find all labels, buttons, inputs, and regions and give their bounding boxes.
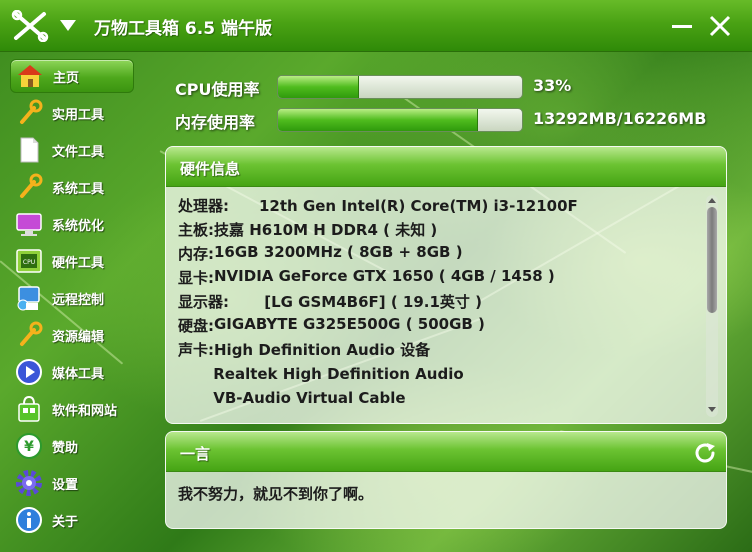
quote-panel: 一言 我不努力，就见不到你了啊。 [165, 431, 727, 529]
sidebar-item-label: 远程控制 [52, 292, 105, 308]
wrench-icon [20, 99, 43, 124]
hardware-info-list: 处理器: 12th Gen Intel(R) Core(TM) i3-12100… [178, 195, 698, 411]
sidebar-item-remote-control[interactable]: 远程控制 [10, 281, 134, 315]
sidebar-item-media-tools[interactable]: 媒体工具 [10, 355, 134, 389]
menu-dropdown-icon[interactable] [60, 20, 76, 31]
sidebar-item-label: 主页 [53, 70, 80, 86]
play-icon [16, 359, 42, 385]
cpu-usage-value: 33% [533, 76, 572, 95]
sidebar-item-system-optimize[interactable]: 系统优化 [10, 207, 134, 241]
hardware-row-gpu: 显卡: NVIDIA GeForce GTX 1650 ( 4GB / 1458… [178, 267, 555, 287]
hardware-info-panel: 硬件信息 处理器: 12th Gen Intel(R) Core(TM) i3-… [165, 146, 727, 424]
home-icon [18, 65, 42, 87]
shopping-bag-icon [18, 395, 40, 422]
hardware-info-header: 硬件信息 [166, 147, 726, 187]
hardware-info-title: 硬件信息 [180, 160, 241, 178]
wrench-icon [20, 321, 43, 346]
file-icon [20, 137, 39, 163]
sidebar-item-label: 媒体工具 [52, 366, 105, 382]
hardware-row-cpu: 处理器: 12th Gen Intel(R) Core(TM) i3-12100… [178, 197, 578, 215]
tools-logo-icon [11, 10, 49, 42]
cpu-usage-bar-fill [278, 76, 359, 98]
sidebar-item-label: 关于 [52, 514, 79, 530]
hardware-row-sound-2: Realtek High Definition Audio [178, 365, 464, 383]
info-icon [16, 507, 42, 533]
gear-icon [16, 470, 42, 496]
hardware-row-disk: 硬盘: GIGABYTE G325E500G ( 500GB ) [178, 315, 485, 335]
sidebar-item-resource-edit[interactable]: 资源编辑 [10, 318, 134, 352]
remote-icon [17, 286, 40, 311]
title-bar[interactable]: 万物工具箱 6.5 端午版 [0, 0, 752, 52]
sidebar-item-label: 硬件工具 [52, 255, 105, 271]
sidebar-item-file-tools[interactable]: 文件工具 [10, 133, 134, 167]
app-title: 万物工具箱 6.5 端午版 [94, 19, 272, 39]
cpu-usage-label: CPU使用率 [175, 80, 260, 99]
memory-usage-bar [277, 108, 523, 132]
sidebar-item-label: 实用工具 [52, 107, 105, 123]
memory-usage-bar-fill [278, 109, 478, 131]
monitor-icon [16, 213, 42, 236]
sidebar-item-sponsor[interactable]: ¥ 赞助 [10, 429, 134, 463]
hardware-scrollbar[interactable] [706, 195, 718, 417]
memory-usage-value: 13292MB/16226MB [533, 109, 707, 128]
sidebar-item-hardware-tools[interactable]: CPU 硬件工具 [10, 244, 134, 278]
hardware-row-sound: 声卡: High Definition Audio 设备 [178, 341, 431, 359]
hardware-row-monitor: 显示器: [LG GSM4B6F] ( 19.1英寸 ) [178, 293, 483, 311]
cpu-badge-text: CPU [23, 259, 35, 266]
sidebar: 主页 实用工具 文件工具 系统工具 系统优化 CPU 硬件工具 远程控制 资源编… [0, 56, 150, 550]
sidebar-item-home[interactable]: 主页 [10, 59, 134, 93]
sidebar-item-label: 文件工具 [52, 144, 105, 160]
sidebar-item-practical-tools[interactable]: 实用工具 [10, 96, 134, 130]
sidebar-item-about[interactable]: 关于 [10, 503, 134, 537]
quote-title: 一言 [180, 445, 211, 463]
scroll-down-icon[interactable] [708, 407, 716, 412]
close-icon[interactable] [706, 12, 734, 40]
sidebar-item-label: 赞助 [52, 440, 79, 456]
cpu-usage-bar [277, 75, 523, 99]
sidebar-item-label: 设置 [52, 477, 79, 493]
minimize-icon[interactable] [668, 12, 696, 40]
cpu-icon: CPU [16, 249, 42, 273]
scroll-up-icon[interactable] [708, 198, 716, 203]
refresh-icon[interactable] [692, 440, 718, 466]
wrench-icon [20, 173, 43, 198]
hardware-row-sound-3: VB-Audio Virtual Cable [178, 389, 406, 407]
yen-icon: ¥ [16, 433, 42, 459]
sidebar-item-label: 软件和网站 [52, 403, 118, 419]
svg-text:¥: ¥ [24, 439, 34, 455]
hardware-row-memory: 内存: 16GB 3200MHz ( 8GB + 8GB ) [178, 243, 463, 263]
sidebar-item-software-websites[interactable]: 软件和网站 [10, 392, 134, 426]
hardware-row-motherboard: 主板: 技嘉 H610M H DDR4 ( 未知 ) [178, 221, 438, 239]
sidebar-item-settings[interactable]: 设置 [10, 466, 134, 500]
memory-usage-label: 内存使用率 [175, 113, 256, 132]
quote-text: 我不努力，就见不到你了啊。 [178, 485, 374, 503]
sidebar-item-label: 系统工具 [52, 181, 105, 197]
sidebar-item-system-tools[interactable]: 系统工具 [10, 170, 134, 204]
sidebar-item-label: 资源编辑 [52, 329, 105, 345]
hardware-scroll-thumb[interactable] [707, 207, 717, 313]
quote-header: 一言 [166, 432, 726, 472]
sidebar-item-label: 系统优化 [52, 218, 105, 234]
